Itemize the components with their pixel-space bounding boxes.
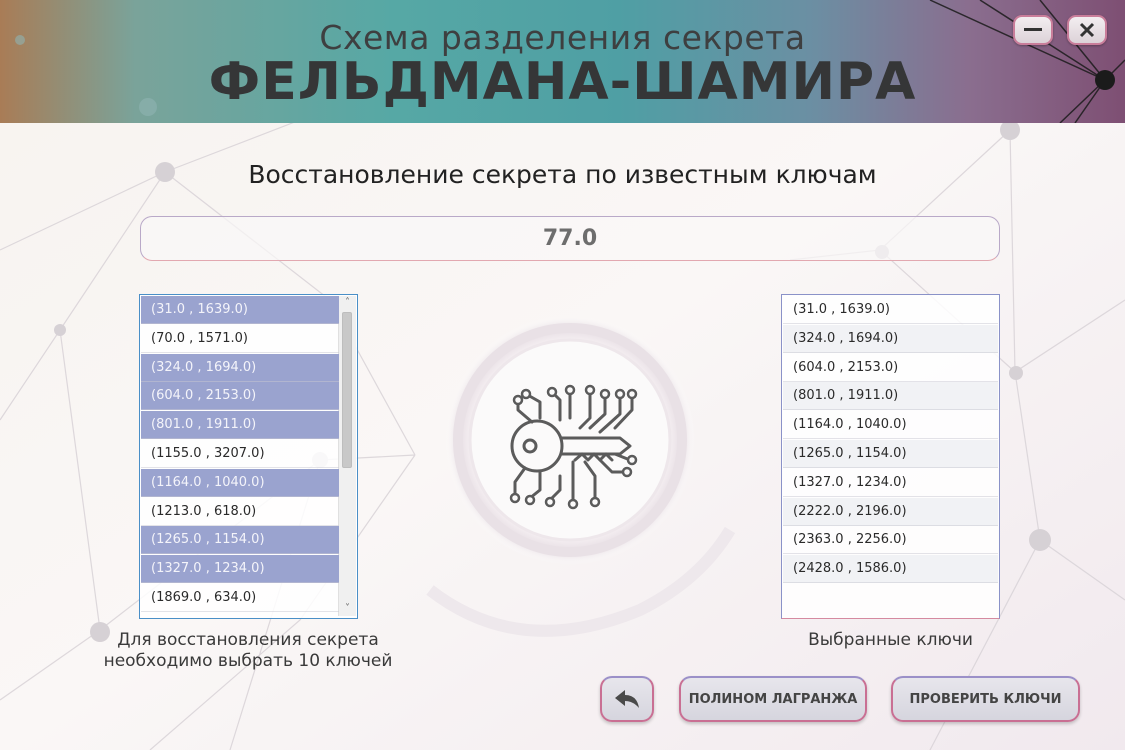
selected-key-item[interactable]: (324.0 , 1694.0) [783,324,998,353]
selection-hint: Для восстановления секрета необходимо вы… [103,630,393,671]
circuit-key-icon [445,315,695,565]
selected-key-item[interactable]: (604.0 , 2153.0) [783,354,998,382]
available-key-item[interactable]: (1155.0 , 3207.0) [141,440,339,468]
selected-key-item[interactable]: (2222.0 , 2196.0) [783,497,998,526]
selected-key-item[interactable]: (801.0 , 1911.0) [783,382,998,411]
available-key-item[interactable]: (801.0 , 1911.0) [141,411,339,440]
available-key-item[interactable]: (70.0 , 1571.0) [141,325,339,353]
close-icon [1079,22,1095,38]
selected-keys-list[interactable]: (31.0 , 1639.0) (324.0 , 1694.0) (604.0 , … [781,294,1000,619]
back-button[interactable] [600,676,654,722]
scroll-down-icon[interactable]: ˅ [339,602,356,616]
selected-key-item[interactable]: (1265.0 , 1154.0) [783,440,998,468]
lagrange-polynomial-button[interactable]: ПОЛИНОМ ЛАГРАНЖА [679,676,867,722]
scroll-thumb[interactable] [342,312,352,468]
available-key-item[interactable]: (1265.0 , 1154.0) [141,526,339,555]
minimize-icon [1024,28,1042,31]
selected-keys-caption: Выбранные ключи [808,630,973,650]
section-title: Восстановление секрета по известным ключ… [248,160,877,189]
available-key-item[interactable]: (1213.0 , 618.0) [141,498,339,526]
minimize-button[interactable] [1013,15,1053,45]
scroll-up-icon[interactable]: ˄ [339,296,356,310]
available-key-item[interactable]: (1164.0 , 1040.0) [141,468,339,497]
selected-key-item[interactable]: (1164.0 , 1040.0) [783,411,998,440]
selected-key-item[interactable]: (31.0 , 1639.0) [783,296,998,324]
close-button[interactable] [1067,15,1107,45]
header-banner: Схема разделения секрета ФЕЛЬДМАНА-ШАМИР… [0,0,1125,123]
available-key-item[interactable]: (1869.0 , 634.0) [141,584,339,612]
available-keys-scrollbar[interactable]: ˄ ˅ [338,296,356,616]
available-key-item[interactable]: (1327.0 , 1234.0) [141,555,339,584]
selected-key-item[interactable]: (2428.0 , 1586.0) [783,555,998,584]
available-keys-list[interactable]: ˄ ˅ (31.0 , 1639.0) (70.0 , 1571.0) (324.0… [139,294,358,619]
selected-key-item[interactable]: (2363.0 , 2256.0) [783,526,998,555]
selected-key-item[interactable]: (1327.0 , 1234.0) [783,469,998,497]
app-title-line2: ФЕЛЬДМАНА-ШАМИРА [208,52,917,112]
available-key-item[interactable]: (324.0 , 1694.0) [141,353,339,382]
available-key-item[interactable]: (31.0 , 1639.0) [141,296,339,324]
available-key-item[interactable]: (604.0 , 2153.0) [141,382,339,411]
back-arrow-icon [615,690,639,708]
secret-value-field: 77.0 [140,216,1000,261]
verify-keys-button[interactable]: ПРОВЕРИТЬ КЛЮЧИ [891,676,1080,722]
